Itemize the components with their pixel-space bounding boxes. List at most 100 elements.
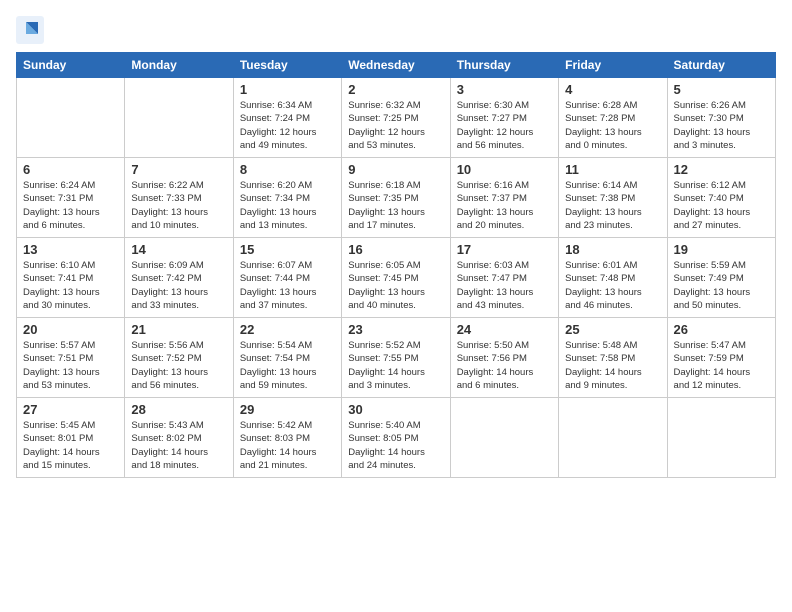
week-row-1: 1Sunrise: 6:34 AM Sunset: 7:24 PM Daylig… <box>17 78 776 158</box>
day-info: Sunrise: 5:42 AM Sunset: 8:03 PM Dayligh… <box>240 419 335 472</box>
day-cell: 25 Sunrise: 5:48 AM Sunset: 7:58 PM Dayli… <box>559 318 667 398</box>
logo <box>16 16 48 44</box>
day-number: 16 <box>348 242 443 257</box>
day-cell: 21 Sunrise: 5:56 AM Sunset: 7:52 PM Dayli… <box>125 318 233 398</box>
page-header <box>16 16 776 44</box>
day-info: Sunrise: 6:22 AM Sunset: 7:33 PM Dayligh… <box>131 179 226 232</box>
day-info: Sunrise: 5:52 AM Sunset: 7:55 PM Dayligh… <box>348 339 443 392</box>
day-info: Sunrise: 6:12 AM Sunset: 7:40 PM Dayligh… <box>674 179 769 232</box>
day-cell: 26 Sunrise: 5:47 AM Sunset: 7:59 PM Dayli… <box>667 318 775 398</box>
day-info: Sunrise: 6:26 AM Sunset: 7:30 PM Dayligh… <box>674 99 769 152</box>
day-cell: 4 Sunrise: 6:28 AM Sunset: 7:28 PM Daylig… <box>559 78 667 158</box>
day-number: 2 <box>348 82 443 97</box>
day-info: Sunrise: 5:57 AM Sunset: 7:51 PM Dayligh… <box>23 339 118 392</box>
day-cell: 16 Sunrise: 6:05 AM Sunset: 7:45 PM Dayli… <box>342 238 450 318</box>
day-number: 18 <box>565 242 660 257</box>
day-cell: 14 Sunrise: 6:09 AM Sunset: 7:42 PM Dayli… <box>125 238 233 318</box>
day-number: 11 <box>565 162 660 177</box>
day-info: Sunrise: 5:47 AM Sunset: 7:59 PM Dayligh… <box>674 339 769 392</box>
day-number: 19 <box>674 242 769 257</box>
calendar-header-row: SundayMondayTuesdayWednesdayThursdayFrid… <box>17 53 776 78</box>
day-number: 9 <box>348 162 443 177</box>
day-info: Sunrise: 6:20 AM Sunset: 7:34 PM Dayligh… <box>240 179 335 232</box>
day-info: Sunrise: 6:03 AM Sunset: 7:47 PM Dayligh… <box>457 259 552 312</box>
day-cell: 11 Sunrise: 6:14 AM Sunset: 7:38 PM Dayli… <box>559 158 667 238</box>
day-info: Sunrise: 6:30 AM Sunset: 7:27 PM Dayligh… <box>457 99 552 152</box>
day-info: Sunrise: 6:05 AM Sunset: 7:45 PM Dayligh… <box>348 259 443 312</box>
day-number: 15 <box>240 242 335 257</box>
col-header-monday: Monday <box>125 53 233 78</box>
day-number: 23 <box>348 322 443 337</box>
day-cell: 2 Sunrise: 6:32 AM Sunset: 7:25 PM Daylig… <box>342 78 450 158</box>
day-info: Sunrise: 5:56 AM Sunset: 7:52 PM Dayligh… <box>131 339 226 392</box>
day-cell: 24 Sunrise: 5:50 AM Sunset: 7:56 PM Dayli… <box>450 318 558 398</box>
day-number: 12 <box>674 162 769 177</box>
day-number: 6 <box>23 162 118 177</box>
day-info: Sunrise: 5:50 AM Sunset: 7:56 PM Dayligh… <box>457 339 552 392</box>
day-number: 20 <box>23 322 118 337</box>
day-info: Sunrise: 5:54 AM Sunset: 7:54 PM Dayligh… <box>240 339 335 392</box>
day-info: Sunrise: 6:16 AM Sunset: 7:37 PM Dayligh… <box>457 179 552 232</box>
day-cell <box>125 78 233 158</box>
col-header-thursday: Thursday <box>450 53 558 78</box>
day-number: 28 <box>131 402 226 417</box>
day-number: 24 <box>457 322 552 337</box>
day-number: 25 <box>565 322 660 337</box>
day-cell: 9 Sunrise: 6:18 AM Sunset: 7:35 PM Daylig… <box>342 158 450 238</box>
col-header-friday: Friday <box>559 53 667 78</box>
day-number: 8 <box>240 162 335 177</box>
day-cell: 29 Sunrise: 5:42 AM Sunset: 8:03 PM Dayli… <box>233 398 341 478</box>
day-cell: 27 Sunrise: 5:45 AM Sunset: 8:01 PM Dayli… <box>17 398 125 478</box>
day-cell: 7Sunrise: 6:22 AM Sunset: 7:33 PM Daylig… <box>125 158 233 238</box>
day-cell <box>17 78 125 158</box>
day-info: Sunrise: 6:18 AM Sunset: 7:35 PM Dayligh… <box>348 179 443 232</box>
day-cell: 17 Sunrise: 6:03 AM Sunset: 7:47 PM Dayli… <box>450 238 558 318</box>
day-cell: 8 Sunrise: 6:20 AM Sunset: 7:34 PM Daylig… <box>233 158 341 238</box>
day-info: Sunrise: 5:48 AM Sunset: 7:58 PM Dayligh… <box>565 339 660 392</box>
day-number: 27 <box>23 402 118 417</box>
day-number: 13 <box>23 242 118 257</box>
col-header-sunday: Sunday <box>17 53 125 78</box>
day-number: 30 <box>348 402 443 417</box>
day-cell: 23 Sunrise: 5:52 AM Sunset: 7:55 PM Dayli… <box>342 318 450 398</box>
day-number: 26 <box>674 322 769 337</box>
day-info: Sunrise: 5:59 AM Sunset: 7:49 PM Dayligh… <box>674 259 769 312</box>
day-number: 3 <box>457 82 552 97</box>
day-cell: 6 Sunrise: 6:24 AM Sunset: 7:31 PM Daylig… <box>17 158 125 238</box>
day-number: 4 <box>565 82 660 97</box>
day-info: Sunrise: 6:28 AM Sunset: 7:28 PM Dayligh… <box>565 99 660 152</box>
week-row-3: 13 Sunrise: 6:10 AM Sunset: 7:41 PM Dayli… <box>17 238 776 318</box>
day-cell: 10 Sunrise: 6:16 AM Sunset: 7:37 PM Dayli… <box>450 158 558 238</box>
logo-icon <box>16 16 44 44</box>
day-number: 21 <box>131 322 226 337</box>
col-header-wednesday: Wednesday <box>342 53 450 78</box>
day-cell: 22 Sunrise: 5:54 AM Sunset: 7:54 PM Dayli… <box>233 318 341 398</box>
day-info: Sunrise: 5:40 AM Sunset: 8:05 PM Dayligh… <box>348 419 443 472</box>
day-info: Sunrise: 6:14 AM Sunset: 7:38 PM Dayligh… <box>565 179 660 232</box>
day-number: 10 <box>457 162 552 177</box>
day-info: Sunrise: 6:09 AM Sunset: 7:42 PM Dayligh… <box>131 259 226 312</box>
col-header-saturday: Saturday <box>667 53 775 78</box>
day-cell: 13 Sunrise: 6:10 AM Sunset: 7:41 PM Dayli… <box>17 238 125 318</box>
day-cell: 30 Sunrise: 5:40 AM Sunset: 8:05 PM Dayli… <box>342 398 450 478</box>
day-cell: 20 Sunrise: 5:57 AM Sunset: 7:51 PM Dayli… <box>17 318 125 398</box>
day-cell: 12 Sunrise: 6:12 AM Sunset: 7:40 PM Dayli… <box>667 158 775 238</box>
day-cell <box>559 398 667 478</box>
day-info: Sunrise: 6:32 AM Sunset: 7:25 PM Dayligh… <box>348 99 443 152</box>
day-cell: 19 Sunrise: 5:59 AM Sunset: 7:49 PM Dayli… <box>667 238 775 318</box>
day-cell: 15 Sunrise: 6:07 AM Sunset: 7:44 PM Dayli… <box>233 238 341 318</box>
day-number: 22 <box>240 322 335 337</box>
day-info: Sunrise: 5:45 AM Sunset: 8:01 PM Dayligh… <box>23 419 118 472</box>
day-cell: 3 Sunrise: 6:30 AM Sunset: 7:27 PM Daylig… <box>450 78 558 158</box>
day-number: 29 <box>240 402 335 417</box>
day-info: Sunrise: 6:10 AM Sunset: 7:41 PM Dayligh… <box>23 259 118 312</box>
day-number: 14 <box>131 242 226 257</box>
day-number: 1 <box>240 82 335 97</box>
day-cell: 5 Sunrise: 6:26 AM Sunset: 7:30 PM Daylig… <box>667 78 775 158</box>
day-number: 17 <box>457 242 552 257</box>
day-number: 5 <box>674 82 769 97</box>
day-info: Sunrise: 6:07 AM Sunset: 7:44 PM Dayligh… <box>240 259 335 312</box>
day-info: Sunrise: 6:24 AM Sunset: 7:31 PM Dayligh… <box>23 179 118 232</box>
day-cell <box>667 398 775 478</box>
day-cell: 1Sunrise: 6:34 AM Sunset: 7:24 PM Daylig… <box>233 78 341 158</box>
